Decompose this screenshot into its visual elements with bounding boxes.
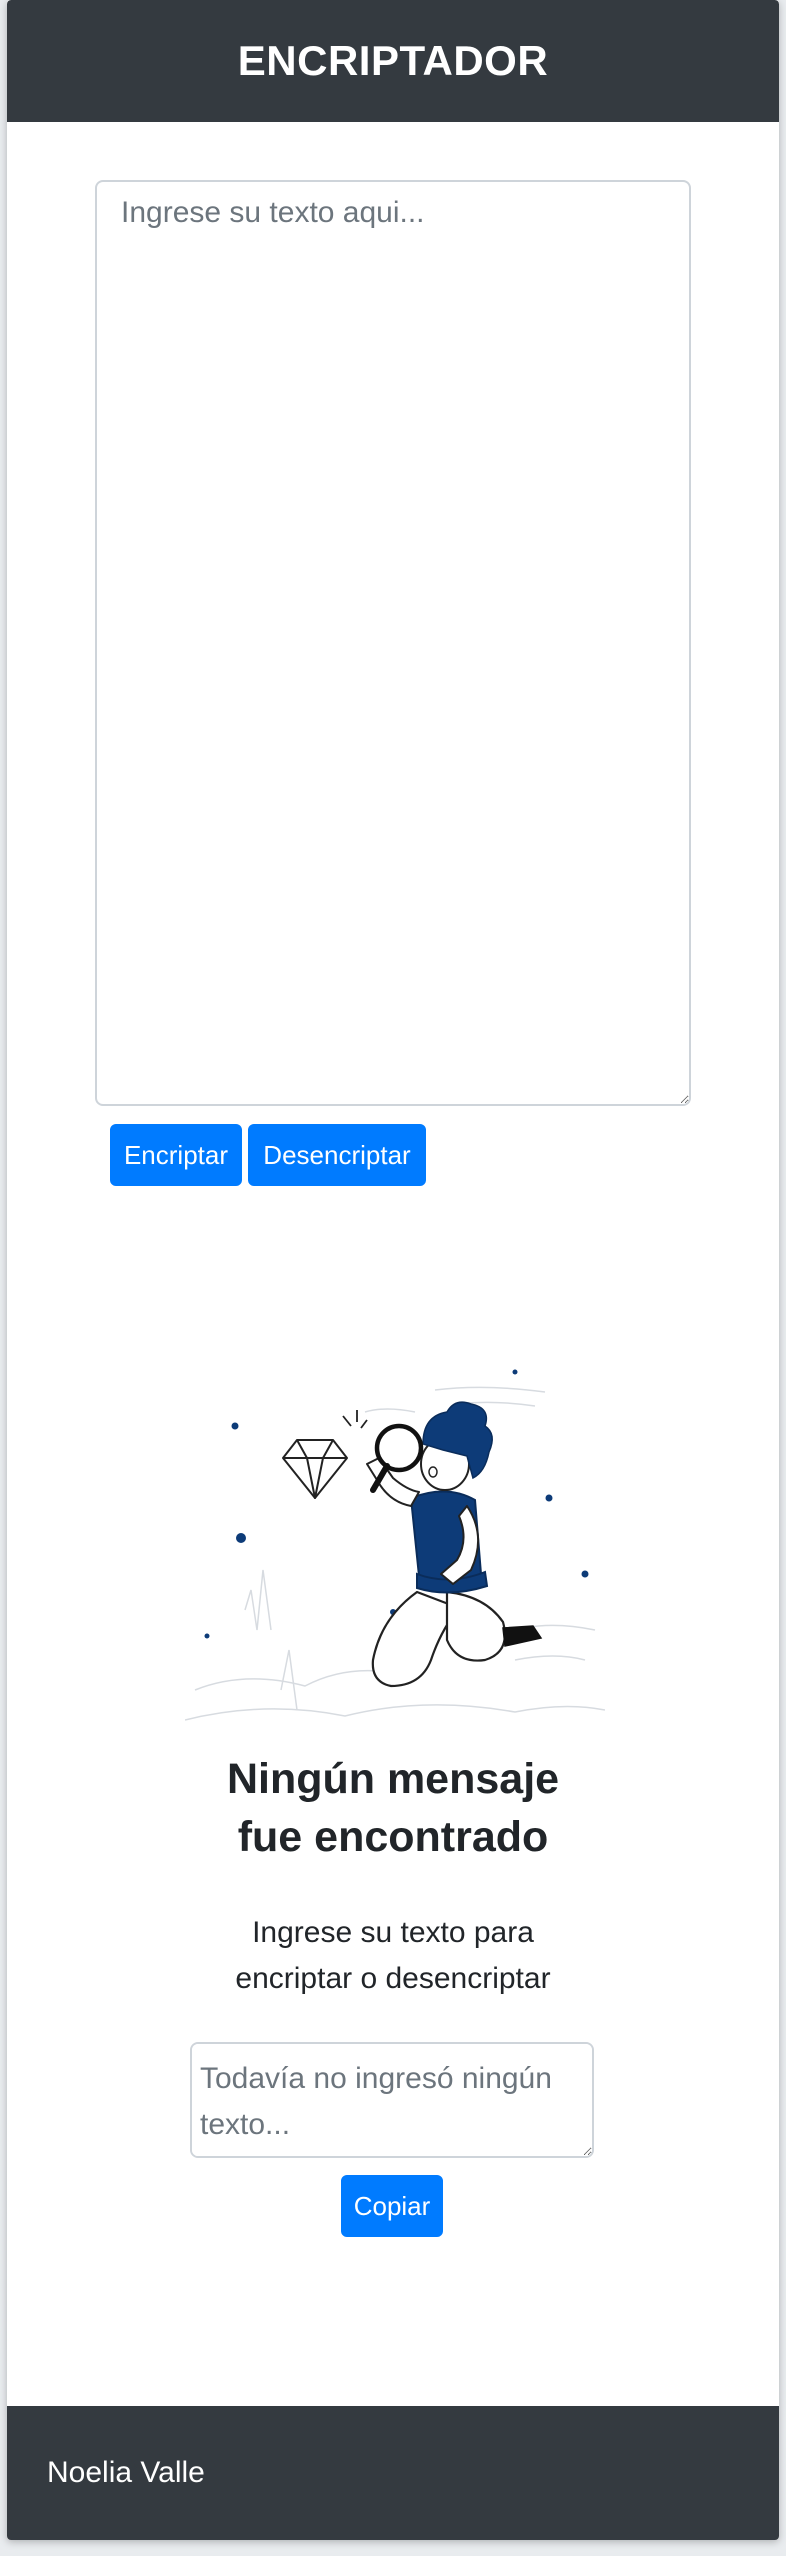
encrypt-button[interactable]: Encriptar xyxy=(110,1124,242,1186)
copy-button[interactable]: Copiar xyxy=(341,2175,443,2237)
no-message-title-line1: Ningún mensaje xyxy=(226,1755,560,1803)
input-text-area[interactable] xyxy=(95,180,691,1106)
no-message-title: Ningún mensaje fue encontrado xyxy=(7,1750,779,1866)
author-name: Noelia Valle xyxy=(47,2456,205,2489)
app-footer: Noelia Valle xyxy=(7,2406,779,2540)
instruction-text: Ingrese su texto para encriptar o desenc… xyxy=(7,1910,779,2002)
output-text-area[interactable] xyxy=(190,2042,594,2158)
decrypt-button[interactable]: Desencriptar xyxy=(248,1124,426,1186)
instruction-text-line1: Ingrese su texto para xyxy=(252,1916,534,1949)
app-title: ENCRIPTADOR xyxy=(237,37,549,84)
person-magnifier-diamond-illustration xyxy=(185,1369,605,1721)
no-message-title-line2: fue encontrado xyxy=(237,1813,549,1861)
instruction-text-line2: encriptar o desencriptar xyxy=(235,1962,551,1995)
app-card: ENCRIPTADOR Encriptar Desencriptar xyxy=(7,0,779,2540)
app-header: ENCRIPTADOR xyxy=(7,0,779,122)
